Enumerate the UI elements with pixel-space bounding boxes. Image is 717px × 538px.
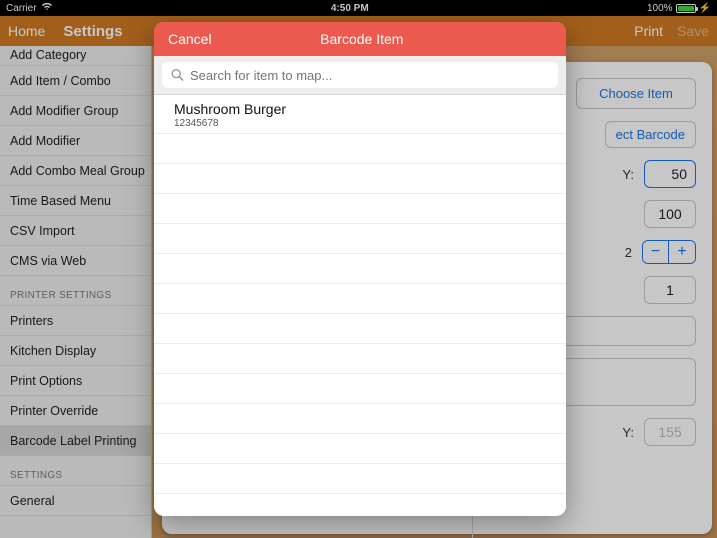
item-name-label: Mushroom Burger: [174, 101, 546, 117]
sidebar-item-add-modifier[interactable]: Add Modifier: [0, 126, 151, 156]
sidebar-item-print-options[interactable]: Print Options: [0, 366, 151, 396]
list-item: [154, 434, 566, 464]
modal-header: Cancel Barcode Item: [154, 22, 566, 56]
y2-label: Y:: [622, 425, 634, 440]
val-100-input[interactable]: [644, 200, 696, 228]
sidebar-item-cms-via-web[interactable]: CMS via Web: [0, 246, 151, 276]
list-item: [154, 284, 566, 314]
val-1-input[interactable]: [644, 276, 696, 304]
battery-pct-label: 100%: [647, 3, 673, 14]
stepper-plus-button[interactable]: +: [669, 241, 695, 263]
sidebar-item-label: CSV Import: [10, 224, 75, 238]
list-item: [154, 404, 566, 434]
y2-input[interactable]: [644, 418, 696, 446]
save-button: Save: [677, 23, 709, 39]
sidebar-item-kitchen-display[interactable]: Kitchen Display: [0, 336, 151, 366]
sidebar-item-label: Printers: [10, 314, 53, 328]
sidebar-item-label: Add Combo Meal Group: [10, 164, 145, 178]
status-bar: Carrier 4:50 PM 100% ⚡: [0, 0, 717, 16]
sidebar-item-printer-override[interactable]: Printer Override: [0, 396, 151, 426]
select-barcode-button[interactable]: ect Barcode: [605, 121, 696, 148]
clock-label: 4:50 PM: [53, 3, 647, 14]
sidebar-item-barcode-label-printing[interactable]: Barcode Label Printing: [0, 426, 151, 456]
list-item[interactable]: Mushroom Burger 12345678: [154, 95, 566, 134]
print-button[interactable]: Print: [634, 23, 663, 39]
list-item: [154, 464, 566, 494]
home-button[interactable]: Home: [8, 23, 45, 39]
list-item: [154, 344, 566, 374]
sidebar-item-label: General: [10, 494, 54, 508]
settings-title: Settings: [63, 23, 122, 40]
list-item: [154, 194, 566, 224]
sidebar-item-add-category[interactable]: Add Category: [0, 46, 151, 66]
sidebar-item-add-combo-meal-group[interactable]: Add Combo Meal Group: [0, 156, 151, 186]
stepper-trailing-char: 2: [625, 245, 632, 260]
list-item: [154, 374, 566, 404]
sidebar-item-general[interactable]: General: [0, 486, 151, 516]
sidebar-item-label: Add Item / Combo: [10, 74, 111, 88]
sidebar-item-label: Time Based Menu: [10, 194, 111, 208]
sidebar-item-label: Add Modifier: [10, 134, 80, 148]
sidebar-item-csv-import[interactable]: CSV Import: [0, 216, 151, 246]
list-item: [154, 224, 566, 254]
quantity-stepper[interactable]: − +: [642, 240, 696, 264]
sidebar-item-label: Barcode Label Printing: [10, 434, 136, 448]
list-item: [154, 134, 566, 164]
sidebar-item-label: CMS via Web: [10, 254, 86, 268]
sidebar-item-label: Add Category: [10, 48, 86, 62]
choose-item-button[interactable]: Choose Item: [576, 78, 696, 109]
carrier-label: Carrier: [6, 3, 37, 14]
sidebar-item-printers[interactable]: Printers: [0, 306, 151, 336]
sidebar-section-settings: SETTINGS: [0, 456, 151, 486]
wifi-icon: [41, 2, 53, 14]
search-icon: [171, 69, 184, 82]
y1-label: Y:: [622, 167, 634, 182]
sidebar-item-label: Print Options: [10, 374, 82, 388]
modal-title: Barcode Item: [172, 31, 552, 47]
battery-icon: [676, 4, 696, 13]
sidebar-item-add-item-combo[interactable]: Add Item / Combo: [0, 66, 151, 96]
list-item: [154, 254, 566, 284]
modal-list[interactable]: Mushroom Burger 12345678: [154, 95, 566, 516]
charging-icon: ⚡: [699, 3, 711, 14]
list-item: [154, 314, 566, 344]
list-item: [154, 164, 566, 194]
sidebar-item-label: Printer Override: [10, 404, 98, 418]
stepper-minus-button[interactable]: −: [643, 241, 669, 263]
search-input[interactable]: [162, 62, 558, 88]
sidebar-item-label: Add Modifier Group: [10, 104, 118, 118]
item-code-label: 12345678: [174, 118, 546, 129]
sidebar: Add Category Add Item / Combo Add Modifi…: [0, 46, 152, 538]
sidebar-item-label: Kitchen Display: [10, 344, 96, 358]
sidebar-item-time-based-menu[interactable]: Time Based Menu: [0, 186, 151, 216]
barcode-item-modal: Cancel Barcode Item Mushroom Burger 1234…: [154, 22, 566, 516]
sidebar-item-add-modifier-group[interactable]: Add Modifier Group: [0, 96, 151, 126]
sidebar-section-printer: PRINTER SETTINGS: [0, 276, 151, 306]
y1-input[interactable]: [644, 160, 696, 188]
